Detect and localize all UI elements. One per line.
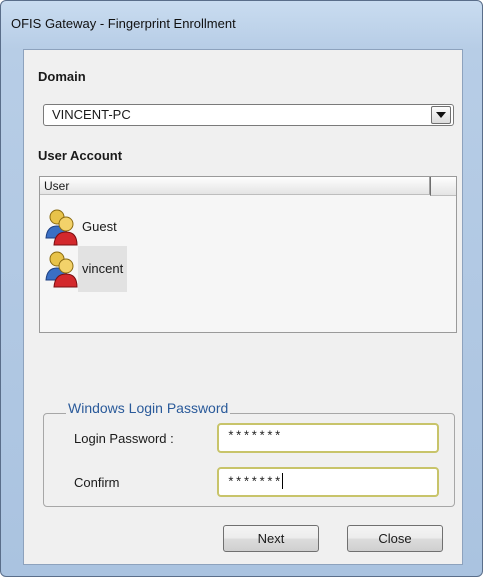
login-password-field[interactable]: ******* — [217, 423, 439, 453]
user-account-label: User Account — [38, 148, 123, 163]
login-password-label: Login Password : — [74, 431, 174, 446]
user-group-icon — [45, 251, 78, 288]
enrollment-window: OFIS Gateway - Fingerprint Enrollment Do… — [0, 0, 483, 577]
password-group-title: Windows Login Password — [66, 400, 231, 416]
user-group-icon — [45, 209, 78, 246]
domain-dropdown[interactable]: VINCENT-PC — [43, 104, 454, 126]
domain-selected-value: VINCENT-PC — [52, 107, 131, 122]
text-caret — [281, 473, 283, 489]
list-item[interactable]: vincent — [44, 246, 128, 292]
confirm-password-row: Confirm ******* — [52, 465, 448, 499]
column-header-filler — [430, 177, 456, 196]
list-item[interactable]: Guest — [44, 207, 121, 247]
chevron-down-icon[interactable] — [431, 106, 451, 124]
confirm-password-value: ******* — [227, 475, 282, 490]
next-button[interactable]: Next — [223, 525, 319, 552]
confirm-password-field[interactable]: ******* — [217, 467, 439, 497]
close-button[interactable]: Close — [347, 525, 443, 552]
list-item-label: vincent — [78, 246, 128, 292]
list-item-label: Guest — [82, 219, 117, 234]
confirm-password-label: Confirm — [74, 475, 120, 490]
column-header-user[interactable]: User — [40, 177, 430, 195]
login-password-row: Login Password : ******* — [52, 421, 448, 455]
domain-label: Domain — [38, 69, 86, 84]
user-account-list[interactable]: User Guest vincent — [39, 176, 457, 333]
login-password-value: ******* — [227, 429, 282, 444]
dialog-client-area: Domain VINCENT-PC User Account User Gues… — [23, 49, 463, 565]
window-title: OFIS Gateway - Fingerprint Enrollment — [11, 16, 236, 31]
